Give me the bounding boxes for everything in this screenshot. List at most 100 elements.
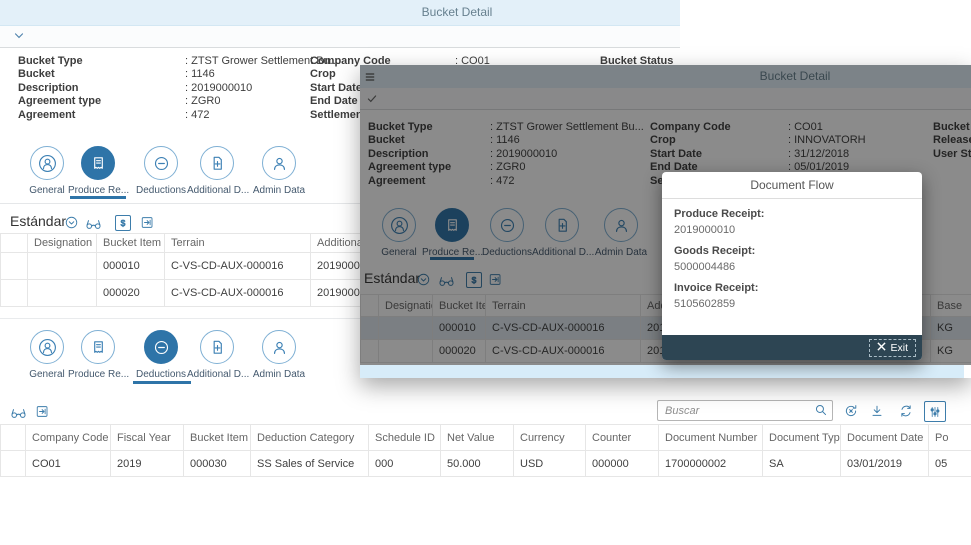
active-tab-underline [133,381,191,384]
cell: 000 [369,451,441,477]
glasses-icon[interactable] [10,406,27,424]
cell: 2019 [111,451,184,477]
header-collapse-bar [0,26,680,48]
document-plus-icon [200,146,234,180]
column-header [1,234,28,253]
field-value: : 472 [185,109,209,122]
close-icon [877,342,886,354]
search-icon[interactable] [814,403,828,422]
column-header: Designation [28,234,97,253]
receipt-icon [81,330,115,364]
tab-label: Additional D... [187,369,247,380]
cell [1,451,26,477]
field-label: Agreement [18,109,185,122]
cell: SS Sales of Service [251,451,369,477]
entry-label: Produce Receipt: [674,208,910,220]
price-icon[interactable]: $ [115,215,131,231]
column-header: Bucket Item [97,234,165,253]
cell: C-VS-CD-AUX-000016 [165,280,311,307]
search-input[interactable] [657,400,833,421]
minus-circle-icon [144,330,178,364]
field-group-1: Bucket Type: ZTST Grower Settlement Bu..… [18,55,339,122]
column-header: Document Date [841,425,929,451]
column-header: Po [929,425,971,451]
tab-label: Deductions [131,369,191,380]
svg-text:$: $ [121,218,126,228]
column-header: Deduction Category [251,425,369,451]
document-flow-dialog: Document Flow Produce Receipt: 201900001… [662,172,922,360]
download-icon[interactable] [869,403,885,424]
refresh-icon[interactable] [898,403,914,424]
page-title: Bucket Detail [0,0,914,25]
tab-label: Admin Data [249,185,309,196]
tab-produce-receipt[interactable]: Produce Re... [68,146,128,196]
tab-label: Deductions [131,185,191,196]
tab-label: Additional D... [187,185,247,196]
screen: Bucket Detail Bucket Type: ZTST Grower S… [0,0,971,545]
column-header: Bucket Item [184,425,251,451]
receipt-icon [81,146,115,180]
column-header: Company Code [26,425,111,451]
column-header: Document Number [659,425,763,451]
person-circle-icon [30,330,64,364]
tab-label: Produce Re... [68,185,128,196]
cell: 1700000002 [659,451,763,477]
document-flow-entry: Invoice Receipt: 5105602859 [674,282,910,310]
entry-value: 5105602859 [674,298,910,310]
cell [28,253,97,280]
variant-chevron-icon[interactable] [64,215,79,235]
cell [1,253,28,280]
tab-additional-data[interactable]: Additional D... [187,146,247,196]
export-icon[interactable] [35,404,50,424]
cell: 000030 [184,451,251,477]
tab-label: Produce Re... [68,369,128,380]
document-flow-entry: Produce Receipt: 2019000010 [674,208,910,236]
column-header: Terrain [165,234,311,253]
dialog-title: Document Flow [662,172,922,199]
tab-admin-data[interactable]: Admin Data [249,330,309,380]
tab-label: Admin Data [249,369,309,380]
person-icon [262,146,296,180]
cell: C-VS-CD-AUX-000016 [165,253,311,280]
tab-deductions[interactable]: Deductions [131,146,191,196]
person-circle-icon [30,146,64,180]
column-header [1,425,26,451]
search-field [657,400,833,421]
tab-admin-data[interactable]: Admin Data [249,146,309,196]
clear-filter-icon[interactable] [843,403,859,424]
cell: 000000 [586,451,659,477]
entry-value: 5000004486 [674,261,910,273]
exit-button[interactable]: Exit [869,339,916,357]
chevron-down-icon[interactable] [12,29,26,48]
cell: USD [514,451,586,477]
field-value: : 1146 [185,68,215,81]
entry-value: 2019000010 [674,224,910,236]
field-label: Description [18,82,185,95]
dialog-body: Produce Receipt: 2019000010 Goods Receip… [662,199,922,310]
deductions-table: Company Code Fiscal Year Bucket Item Ded… [0,424,971,477]
variant-selector[interactable]: Estándar [10,213,66,229]
table-row[interactable]: CO01 2019 000030 SS Sales of Service 000… [1,451,971,477]
tab-deductions[interactable]: Deductions [131,330,191,380]
dialog-footer: Exit [662,335,922,360]
active-tab-underline [70,196,126,199]
cell: 03/01/2019 [841,451,929,477]
column-header: Net Value [441,425,514,451]
entry-label: Invoice Receipt: [674,282,910,294]
entry-label: Goods Receipt: [674,245,910,257]
tab-additional-data[interactable]: Additional D... [187,330,247,380]
overlay-footer-strip [360,365,964,378]
cell: 000010 [97,253,165,280]
table-header-row: Company Code Fiscal Year Bucket Item Ded… [1,425,971,451]
cell: 50.000 [441,451,514,477]
settings-icon[interactable] [924,401,946,422]
export-icon[interactable] [140,215,155,235]
document-flow-entry: Goods Receipt: 5000004486 [674,245,910,273]
field-label: Bucket Type [18,55,185,68]
column-header: Schedule ID [369,425,441,451]
column-header: Document Type [763,425,841,451]
exit-button-label: Exit [890,342,908,354]
tab-produce-receipt[interactable]: Produce Re... [68,330,128,380]
cell: 05 [929,451,971,477]
field-label: Bucket [18,68,185,81]
